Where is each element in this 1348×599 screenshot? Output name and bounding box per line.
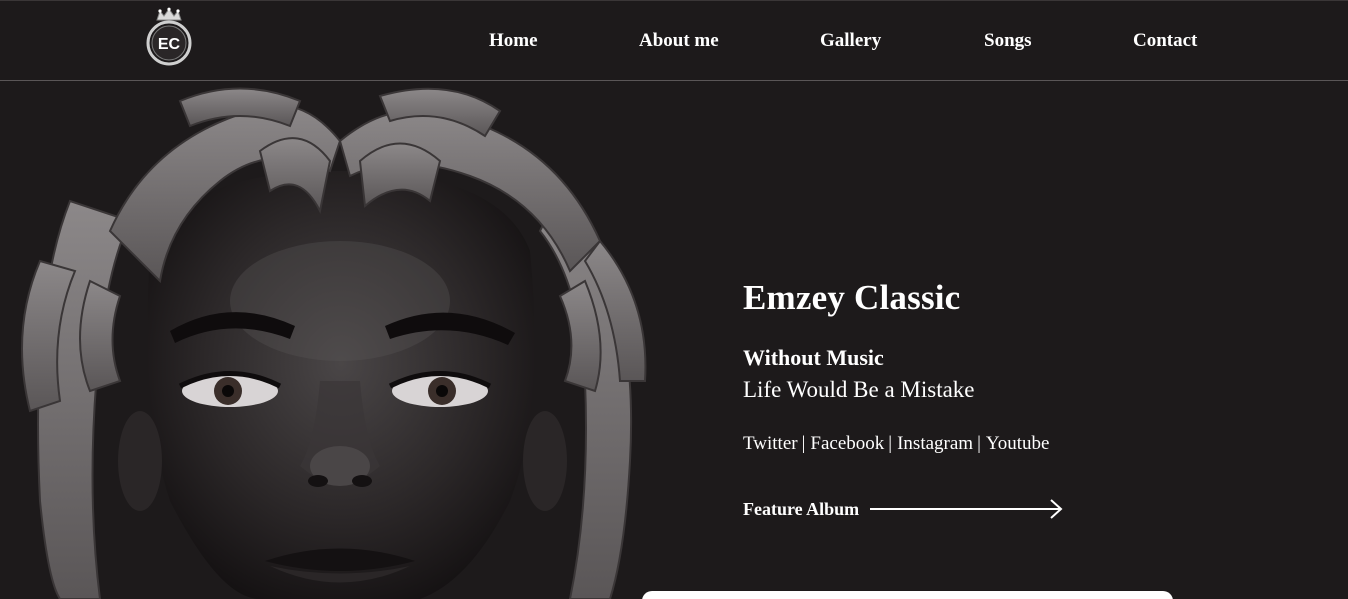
social-link-instagram[interactable]: Instagram xyxy=(897,433,973,454)
social-separator: | xyxy=(888,433,893,454)
artist-portrait-illustration xyxy=(0,81,680,599)
nav-contact[interactable]: Contact xyxy=(1133,30,1197,52)
crown-logo-icon: EC xyxy=(146,7,192,66)
bottom-card xyxy=(642,591,1173,599)
artist-portrait xyxy=(0,81,680,599)
hero-text: Emzey Classic Without Music Life Would B… xyxy=(743,278,1063,519)
page: EC Home About me Gallery Songs Contact E… xyxy=(0,0,1348,599)
feature-album-label: Feature Album xyxy=(743,498,860,519)
social-link-twitter[interactable]: Twitter xyxy=(743,433,798,454)
tagline-line-1: Without Music xyxy=(743,345,884,370)
tagline-line-2: Life Would Be a Mistake xyxy=(743,377,975,402)
social-links: Twitter | Facebook | Instagram | Youtube xyxy=(743,433,1049,455)
artist-name: Emzey Classic xyxy=(743,278,961,317)
social-link-youtube[interactable]: Youtube xyxy=(986,433,1050,454)
top-navbar: EC Home About me Gallery Songs Contact xyxy=(0,0,1348,81)
arrow-right-icon xyxy=(870,499,1063,519)
nav-home[interactable]: Home xyxy=(489,30,538,52)
brand-logo[interactable]: EC xyxy=(142,7,196,67)
social-separator: | xyxy=(801,433,806,454)
nav-gallery[interactable]: Gallery xyxy=(820,30,881,52)
social-link-facebook[interactable]: Facebook xyxy=(810,433,884,454)
nav-songs[interactable]: Songs xyxy=(984,30,1032,52)
nav-about-me[interactable]: About me xyxy=(639,30,719,52)
logo-text: EC xyxy=(158,36,181,53)
feature-album-link[interactable]: Feature Album xyxy=(743,498,1064,520)
social-separator: | xyxy=(977,433,981,454)
